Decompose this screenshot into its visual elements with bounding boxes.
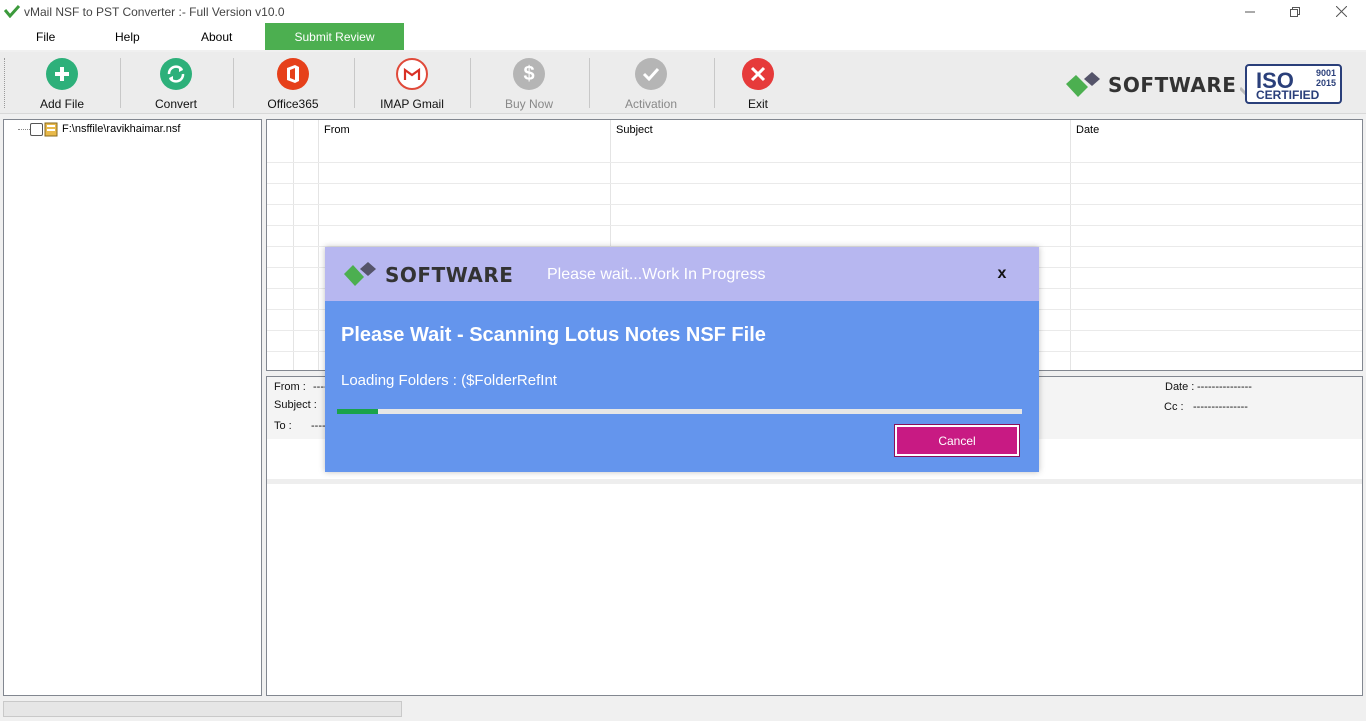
imap-gmail-button[interactable]: IMAP Gmail [372,52,452,114]
progress-bar [337,409,1022,414]
iso-year-2: 2015 [1316,78,1336,88]
dialog-brand-logo: SOFTWARE [342,260,513,290]
brand-mark-icon [344,262,376,286]
folder-tree-pane[interactable]: F:\nsffile\ravikhaimar.nsf [3,119,262,696]
office365-icon [277,58,309,90]
grid-row-line [267,225,1362,226]
preview-subject-label: Subject : [274,399,317,411]
preview-cc-value: --------------- [1193,401,1248,413]
convert-label: Convert [154,97,198,111]
cancel-button[interactable]: Cancel [894,424,1020,457]
buy-now-label: Buy Now [504,97,554,111]
menu-help[interactable]: Help [115,30,140,44]
imap-gmail-label: IMAP Gmail [380,97,444,111]
toolbar-separator [589,58,590,108]
toolbar-separator [470,58,471,108]
dollar-icon: $ [513,58,545,90]
preview-from-label: From : [274,381,306,393]
activation-button[interactable]: Activation [616,52,686,114]
exit-x-icon [742,58,774,90]
dialog-title: Please Wait - Scanning Lotus Notes NSF F… [341,324,766,346]
iso-year-1: 9001 [1316,68,1336,78]
tree-file-path[interactable]: F:\nsffile\ravikhaimar.nsf [62,123,180,135]
buy-now-button[interactable]: $ Buy Now [498,52,560,114]
menu-bar: File Help About Submit Review [0,23,1366,50]
window-title: vMail NSF to PST Converter :- Full Versi… [24,5,285,19]
dialog-status-text: Loading Folders : ($FolderRefInt [341,372,557,389]
toolbar-grip[interactable] [4,58,6,108]
menu-about[interactable]: About [201,30,232,44]
tree-checkbox[interactable] [30,123,43,136]
preview-date-value: --------------- [1197,381,1252,393]
grid-row-line [267,162,1362,163]
checkmark-icon [635,58,667,90]
horizontal-scrollbar[interactable] [3,701,402,717]
restore-icon [1290,6,1300,17]
brand-logo: SOFTWARE [1064,68,1236,102]
toolbar-separator [120,58,121,108]
add-file-label: Add File [39,97,85,111]
column-date[interactable]: Date [1076,124,1099,136]
iso-certified: CERTIFIED [1256,88,1320,102]
dialog-brand-name: SOFTWARE [385,263,514,287]
toolbar-separator [354,58,355,108]
activation-label: Activation [624,97,678,111]
preview-date-label: Date : [1165,381,1195,393]
submit-review-button[interactable]: Submit Review [265,23,404,50]
grid-row-line [267,183,1362,184]
preview-to-label: To : [274,420,292,432]
grid-row-line [267,204,1362,205]
office365-button[interactable]: Office365 [258,52,328,114]
close-icon [1335,6,1347,17]
column-subject[interactable]: Subject [616,124,653,136]
toolbar-separator [233,58,234,108]
column-from[interactable]: From [324,124,350,136]
office365-label: Office365 [267,97,319,111]
exit-label: Exit [747,97,768,111]
gmail-icon [396,58,428,90]
brand-mark-icon [1066,72,1100,97]
title-bar: vMail NSF to PST Converter :- Full Versi… [0,0,1366,23]
minimize-icon [1245,11,1255,12]
iso-certified-badge: ISO 9001 2015 CERTIFIED [1240,64,1342,104]
preview-cc-label: Cc : [1164,401,1184,413]
dialog-header-text: Please wait...Work In Progress [547,266,766,283]
preview-separator [267,479,1362,484]
progress-fill [337,409,379,414]
app-logo-icon [4,4,20,18]
restore-button[interactable] [1272,0,1318,23]
progress-dialog: SOFTWARE Please wait...Work In Progress … [325,247,1039,472]
add-icon [46,58,78,90]
refresh-icon [160,58,192,90]
dialog-header: SOFTWARE Please wait...Work In Progress … [325,247,1039,301]
toolbar-separator [714,58,715,108]
close-button[interactable] [1318,0,1364,23]
brand-name: SOFTWARE [1108,73,1237,97]
nsf-file-icon [44,122,58,137]
tree-connector [18,129,30,130]
menu-file[interactable]: File [36,30,55,44]
exit-button[interactable]: Exit [738,52,778,114]
dialog-close-button[interactable]: x [993,265,1011,285]
minimize-button[interactable] [1227,0,1273,23]
status-bar [0,698,1366,721]
convert-button[interactable]: Convert [144,52,208,114]
add-file-button[interactable]: Add File [30,52,94,114]
